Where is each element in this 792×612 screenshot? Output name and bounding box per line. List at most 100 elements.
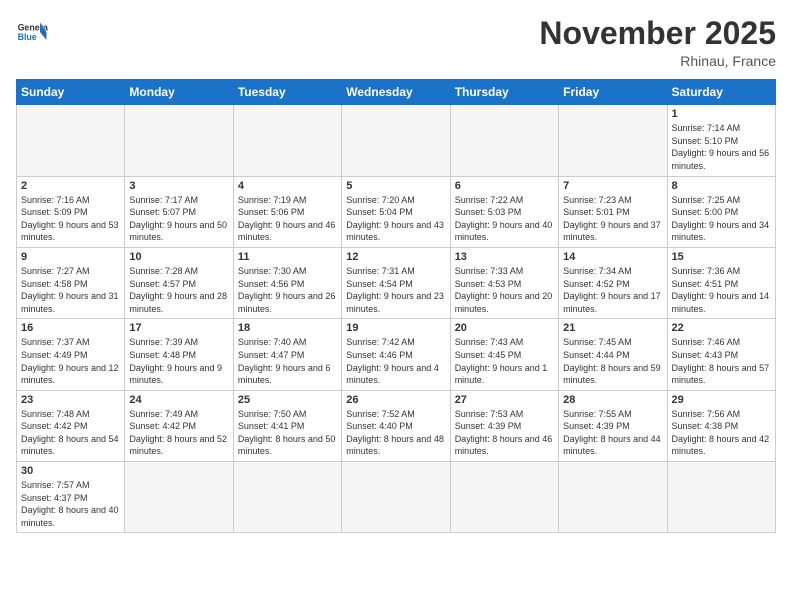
calendar-week-1: 1Sunrise: 7:14 AM Sunset: 5:10 PM Daylig… xyxy=(17,105,776,176)
day-number: 19 xyxy=(346,322,445,334)
day-number: 9 xyxy=(21,251,120,263)
day-number: 7 xyxy=(563,180,662,192)
day-of-week-wednesday: Wednesday xyxy=(342,80,450,105)
day-info: Sunrise: 7:50 AM Sunset: 4:41 PM Dayligh… xyxy=(238,408,337,458)
day-info: Sunrise: 7:23 AM Sunset: 5:01 PM Dayligh… xyxy=(563,194,662,244)
day-number: 11 xyxy=(238,251,337,263)
day-info: Sunrise: 7:31 AM Sunset: 4:54 PM Dayligh… xyxy=(346,265,445,315)
day-info: Sunrise: 7:53 AM Sunset: 4:39 PM Dayligh… xyxy=(455,408,554,458)
day-number: 14 xyxy=(563,251,662,263)
day-number: 26 xyxy=(346,394,445,406)
day-info: Sunrise: 7:49 AM Sunset: 4:42 PM Dayligh… xyxy=(129,408,228,458)
calendar-day-cell xyxy=(125,105,233,176)
calendar-day-cell: 2 Sunrise: 7:16 AM Sunset: 5:09 PM Daylig… xyxy=(17,176,125,247)
day-info: Sunrise: 7:57 AM Sunset: 4:37 PM Dayligh… xyxy=(21,479,120,529)
day-number: 30 xyxy=(21,465,120,477)
day-number: 4 xyxy=(238,180,337,192)
logo-icon: General Blue xyxy=(16,16,48,48)
calendar-day-cell: 13Sunrise: 7:33 AM Sunset: 4:53 PM Dayli… xyxy=(450,247,558,318)
day-info: Sunrise: 7:17 AM Sunset: 5:07 PM Dayligh… xyxy=(129,194,228,244)
page: General Blue November 2025 Rhinau, Franc… xyxy=(0,0,792,612)
calendar-day-cell: 30 Sunrise: 7:57 AM Sunset: 4:37 PM Dayli… xyxy=(17,462,125,533)
day-info: Sunrise: 7:22 AM Sunset: 5:03 PM Dayligh… xyxy=(455,194,554,244)
day-info: Sunrise: 7:46 AM Sunset: 4:43 PM Dayligh… xyxy=(672,336,771,386)
day-number: 2 xyxy=(21,180,120,192)
day-info: Sunrise: 7:48 AM Sunset: 4:42 PM Dayligh… xyxy=(21,408,120,458)
day-number: 20 xyxy=(455,322,554,334)
calendar-day-cell: 28 Sunrise: 7:55 AM Sunset: 4:39 PM Dayli… xyxy=(559,390,667,461)
title-block: November 2025 Rhinau, France xyxy=(539,16,776,69)
day-of-week-monday: Monday xyxy=(125,80,233,105)
calendar-day-cell: 12 Sunrise: 7:31 AM Sunset: 4:54 PM Dayli… xyxy=(342,247,450,318)
calendar-day-cell xyxy=(450,105,558,176)
day-of-week-saturday: Saturday xyxy=(667,80,775,105)
day-info: Sunrise: 7:55 AM Sunset: 4:39 PM Dayligh… xyxy=(563,408,662,458)
day-info: Sunrise: 7:30 AM Sunset: 4:56 PM Dayligh… xyxy=(238,265,337,315)
calendar-day-cell: 27 Sunrise: 7:53 AM Sunset: 4:39 PM Dayli… xyxy=(450,390,558,461)
day-info: Sunrise: 7:43 AM Sunset: 4:45 PM Dayligh… xyxy=(455,336,554,386)
day-number: 6 xyxy=(455,180,554,192)
calendar-day-cell xyxy=(559,105,667,176)
day-info: Sunrise: 7:34 AM Sunset: 4:52 PM Dayligh… xyxy=(563,265,662,315)
day-number: 15 xyxy=(672,251,771,263)
day-info: Sunrise: 7:25 AM Sunset: 5:00 PM Dayligh… xyxy=(672,194,771,244)
calendar-day-cell xyxy=(667,462,775,533)
day-info: Sunrise: 7:36 AM Sunset: 4:51 PM Dayligh… xyxy=(672,265,771,315)
calendar-day-cell: 6 Sunrise: 7:22 AM Sunset: 5:03 PM Daylig… xyxy=(450,176,558,247)
day-info: Sunrise: 7:20 AM Sunset: 5:04 PM Dayligh… xyxy=(346,194,445,244)
header: General Blue November 2025 Rhinau, Franc… xyxy=(16,16,776,69)
calendar-day-cell: 15 Sunrise: 7:36 AM Sunset: 4:51 PM Dayli… xyxy=(667,247,775,318)
day-info: Sunrise: 7:16 AM Sunset: 5:09 PM Dayligh… xyxy=(21,194,120,244)
calendar-day-cell: 26Sunrise: 7:52 AM Sunset: 4:40 PM Dayli… xyxy=(342,390,450,461)
calendar-day-cell xyxy=(17,105,125,176)
day-number: 21 xyxy=(563,322,662,334)
svg-text:Blue: Blue xyxy=(18,32,37,42)
day-of-week-tuesday: Tuesday xyxy=(233,80,341,105)
logo: General Blue xyxy=(16,16,48,48)
day-number: 27 xyxy=(455,394,554,406)
day-number: 22 xyxy=(672,322,771,334)
calendar-day-cell: 3Sunrise: 7:17 AM Sunset: 5:07 PM Daylig… xyxy=(125,176,233,247)
calendar-day-cell xyxy=(450,462,558,533)
day-info: Sunrise: 7:27 AM Sunset: 4:58 PM Dayligh… xyxy=(21,265,120,315)
month-title: November 2025 xyxy=(539,16,776,51)
calendar-day-cell: 22 Sunrise: 7:46 AM Sunset: 4:43 PM Dayli… xyxy=(667,319,775,390)
calendar-day-cell: 17Sunrise: 7:39 AM Sunset: 4:48 PM Dayli… xyxy=(125,319,233,390)
location: Rhinau, France xyxy=(539,53,776,69)
day-number: 25 xyxy=(238,394,337,406)
day-number: 17 xyxy=(129,322,228,334)
calendar-day-cell xyxy=(342,105,450,176)
day-info: Sunrise: 7:33 AM Sunset: 4:53 PM Dayligh… xyxy=(455,265,554,315)
day-number: 28 xyxy=(563,394,662,406)
day-info: Sunrise: 7:56 AM Sunset: 4:38 PM Dayligh… xyxy=(672,408,771,458)
day-number: 5 xyxy=(346,180,445,192)
day-info: Sunrise: 7:28 AM Sunset: 4:57 PM Dayligh… xyxy=(129,265,228,315)
day-number: 29 xyxy=(672,394,771,406)
day-number: 24 xyxy=(129,394,228,406)
calendar-header-row: SundayMondayTuesdayWednesdayThursdayFrid… xyxy=(17,80,776,105)
day-info: Sunrise: 7:45 AM Sunset: 4:44 PM Dayligh… xyxy=(563,336,662,386)
day-of-week-sunday: Sunday xyxy=(17,80,125,105)
day-of-week-friday: Friday xyxy=(559,80,667,105)
calendar-day-cell: 4 Sunrise: 7:19 AM Sunset: 5:06 PM Daylig… xyxy=(233,176,341,247)
day-number: 8 xyxy=(672,180,771,192)
calendar-week-3: 9 Sunrise: 7:27 AM Sunset: 4:58 PM Daylig… xyxy=(17,247,776,318)
calendar-day-cell: 7 Sunrise: 7:23 AM Sunset: 5:01 PM Daylig… xyxy=(559,176,667,247)
day-number: 18 xyxy=(238,322,337,334)
day-number: 12 xyxy=(346,251,445,263)
calendar-day-cell: 21 Sunrise: 7:45 AM Sunset: 4:44 PM Dayli… xyxy=(559,319,667,390)
day-info: Sunrise: 7:19 AM Sunset: 5:06 PM Dayligh… xyxy=(238,194,337,244)
calendar-day-cell: 29 Sunrise: 7:56 AM Sunset: 4:38 PM Dayli… xyxy=(667,390,775,461)
calendar-day-cell: 5 Sunrise: 7:20 AM Sunset: 5:04 PM Daylig… xyxy=(342,176,450,247)
calendar-day-cell: 19Sunrise: 7:42 AM Sunset: 4:46 PM Dayli… xyxy=(342,319,450,390)
day-info: Sunrise: 7:40 AM Sunset: 4:47 PM Dayligh… xyxy=(238,336,337,386)
calendar-day-cell: 23Sunrise: 7:48 AM Sunset: 4:42 PM Dayli… xyxy=(17,390,125,461)
calendar-day-cell: 9 Sunrise: 7:27 AM Sunset: 4:58 PM Daylig… xyxy=(17,247,125,318)
day-number: 10 xyxy=(129,251,228,263)
calendar-day-cell: 24 Sunrise: 7:49 AM Sunset: 4:42 PM Dayli… xyxy=(125,390,233,461)
calendar-week-6: 30 Sunrise: 7:57 AM Sunset: 4:37 PM Dayli… xyxy=(17,462,776,533)
calendar: SundayMondayTuesdayWednesdayThursdayFrid… xyxy=(16,79,776,533)
calendar-day-cell: 14 Sunrise: 7:34 AM Sunset: 4:52 PM Dayli… xyxy=(559,247,667,318)
calendar-week-4: 16Sunrise: 7:37 AM Sunset: 4:49 PM Dayli… xyxy=(17,319,776,390)
calendar-day-cell: 18 Sunrise: 7:40 AM Sunset: 4:47 PM Dayli… xyxy=(233,319,341,390)
